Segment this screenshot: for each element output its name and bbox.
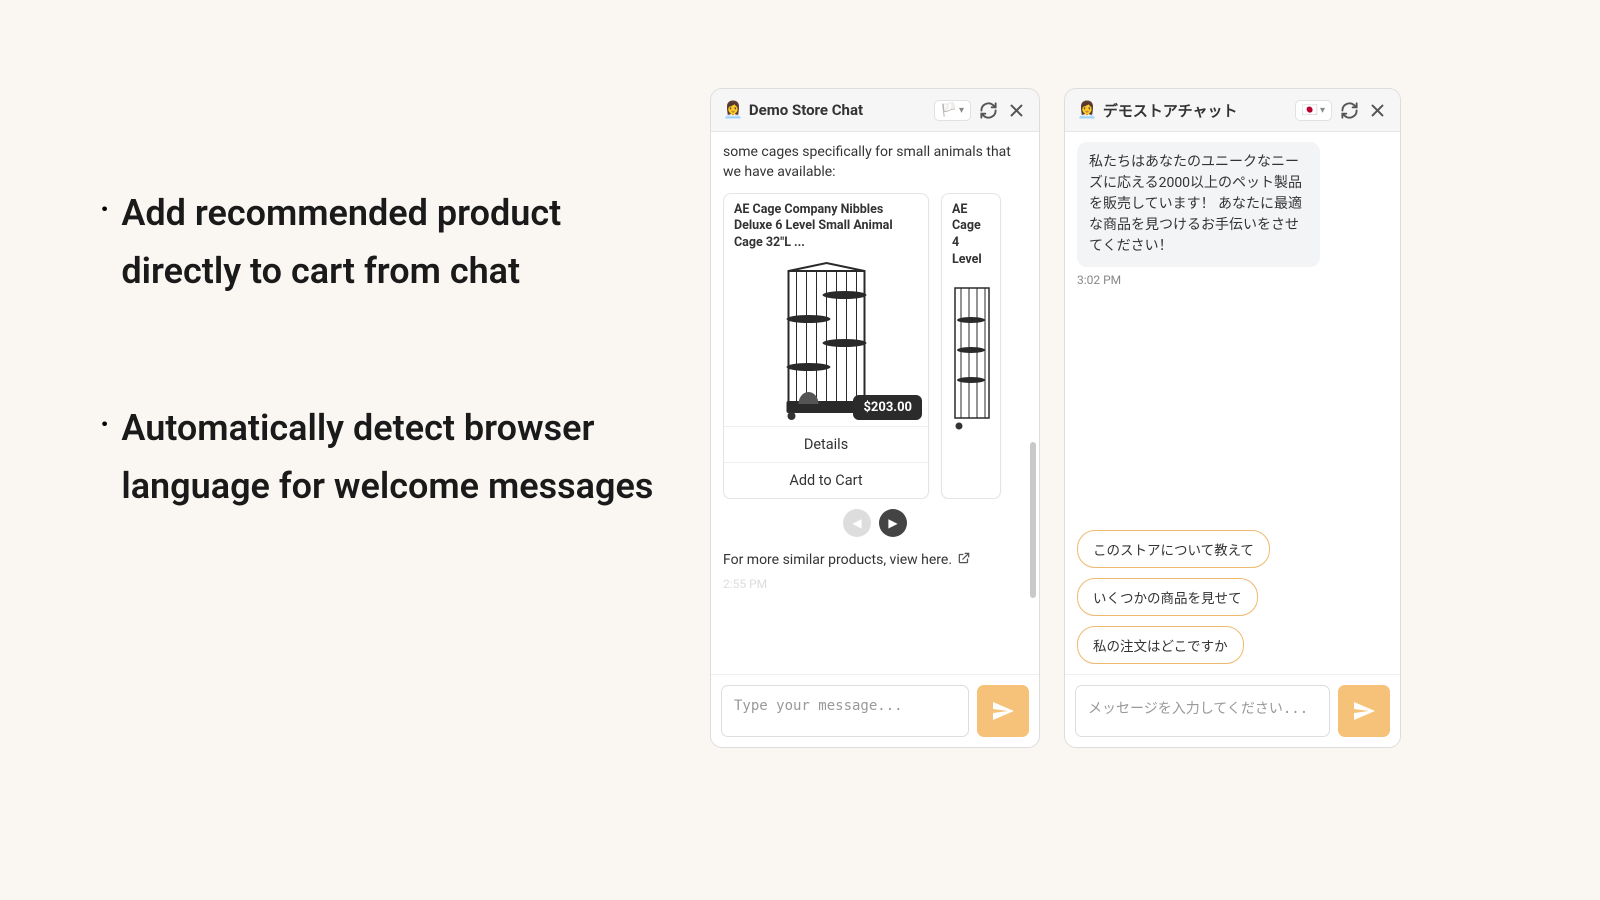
add-to-cart-button[interactable]: Add to Cart (724, 462, 928, 498)
message-input[interactable] (721, 685, 969, 737)
language-selector[interactable]: 🏳️ ▾ (934, 100, 971, 121)
chat-input-row (1065, 674, 1400, 747)
language-selector[interactable]: 🇯🇵 ▾ (1295, 100, 1332, 121)
chat-title: 👩‍💼 デモストアチャット (1077, 100, 1289, 121)
product-title: AE Cage 4 Level (942, 194, 1000, 274)
scrollbar-thumb[interactable] (1030, 442, 1036, 598)
cage-icon (951, 278, 991, 438)
chat-window-en: 👩‍💼 Demo Store Chat 🏳️ ▾ some cages spec… (710, 88, 1040, 748)
quick-replies: このストアについて教えて いくつかの商品を見せて 私の注文はどこですか (1077, 530, 1270, 664)
chat-title: 👩‍💼 Demo Store Chat (723, 101, 928, 119)
timestamp-partial: 2:55 PM (723, 577, 1027, 591)
feature-bullets: · Add recommended product directly to ca… (100, 185, 660, 615)
chat-body: 私たちはあなたのユニークなニーズに応える2000以上のペット製品を販売しています… (1065, 132, 1400, 674)
chat-body: some cages specifically for small animal… (711, 132, 1039, 674)
refresh-button[interactable] (1338, 99, 1360, 121)
carousel-next-button[interactable]: ▶ (879, 509, 907, 537)
assistant-message: some cages specifically for small animal… (723, 142, 1027, 183)
product-image: $203.00 (724, 256, 928, 426)
carousel-nav: ◀ ▶ (723, 509, 1027, 537)
product-carousel: AE Cage Company Nibbles Deluxe 6 Level S… (723, 193, 1027, 500)
assistant-avatar-icon: 👩‍💼 (723, 102, 743, 118)
close-button[interactable] (1005, 99, 1027, 121)
send-button[interactable] (1338, 685, 1390, 737)
chat-header: 👩‍💼 Demo Store Chat 🏳️ ▾ (711, 89, 1039, 132)
chat-input-row (711, 674, 1039, 747)
bullet-dot-icon: · (100, 185, 109, 233)
timestamp: 3:02 PM (1077, 273, 1388, 287)
bullet-dot-icon: · (100, 400, 109, 448)
product-card-partial: AE Cage 4 Level (941, 193, 1001, 500)
assistant-avatar-icon: 👩‍💼 (1077, 102, 1097, 118)
bullet-text: Automatically detect browser language fo… (121, 400, 660, 515)
chat-title-text: デモストアチャット (1103, 100, 1238, 121)
chat-window-ja: 👩‍💼 デモストアチャット 🇯🇵 ▾ 私たちはあなたのユニークなニーズに応える2… (1064, 88, 1401, 748)
carousel-prev-button[interactable]: ◀ (843, 509, 871, 537)
quick-reply-button[interactable]: このストアについて教えて (1077, 530, 1270, 568)
quick-reply-button[interactable]: 私の注文はどこですか (1077, 626, 1244, 664)
message-input[interactable] (1075, 685, 1330, 737)
bullet-text: Add recommended product directly to cart… (121, 185, 660, 300)
product-title: AE Cage Company Nibbles Deluxe 6 Level S… (724, 194, 928, 257)
product-card: AE Cage Company Nibbles Deluxe 6 Level S… (723, 193, 929, 500)
quick-reply-button[interactable]: いくつかの商品を見せて (1077, 578, 1258, 616)
assistant-message-bubble: 私たちはあなたのユニークなニーズに応える2000以上のペット製品を販売しています… (1077, 142, 1320, 267)
bullet-item: · Automatically detect browser language … (100, 400, 660, 515)
refresh-button[interactable] (977, 99, 999, 121)
footer-message: For more similar products, view here. (723, 551, 1027, 569)
details-button[interactable]: Details (724, 426, 928, 462)
chat-title-text: Demo Store Chat (749, 101, 863, 119)
send-button[interactable] (977, 685, 1029, 737)
chevron-down-icon: ▾ (1320, 105, 1325, 116)
external-link-icon[interactable] (957, 551, 971, 569)
close-button[interactable] (1366, 99, 1388, 121)
chat-header: 👩‍💼 デモストアチャット 🇯🇵 ▾ (1065, 89, 1400, 132)
footer-text: For more similar products, view here. (723, 552, 952, 568)
product-image (942, 273, 1000, 443)
bullet-item: · Add recommended product directly to ca… (100, 185, 660, 300)
flag-icon: 🇯🇵 (1302, 103, 1318, 118)
price-tag: $203.00 (853, 395, 922, 420)
chevron-down-icon: ▾ (959, 105, 964, 116)
flag-icon: 🏳️ (941, 103, 957, 118)
